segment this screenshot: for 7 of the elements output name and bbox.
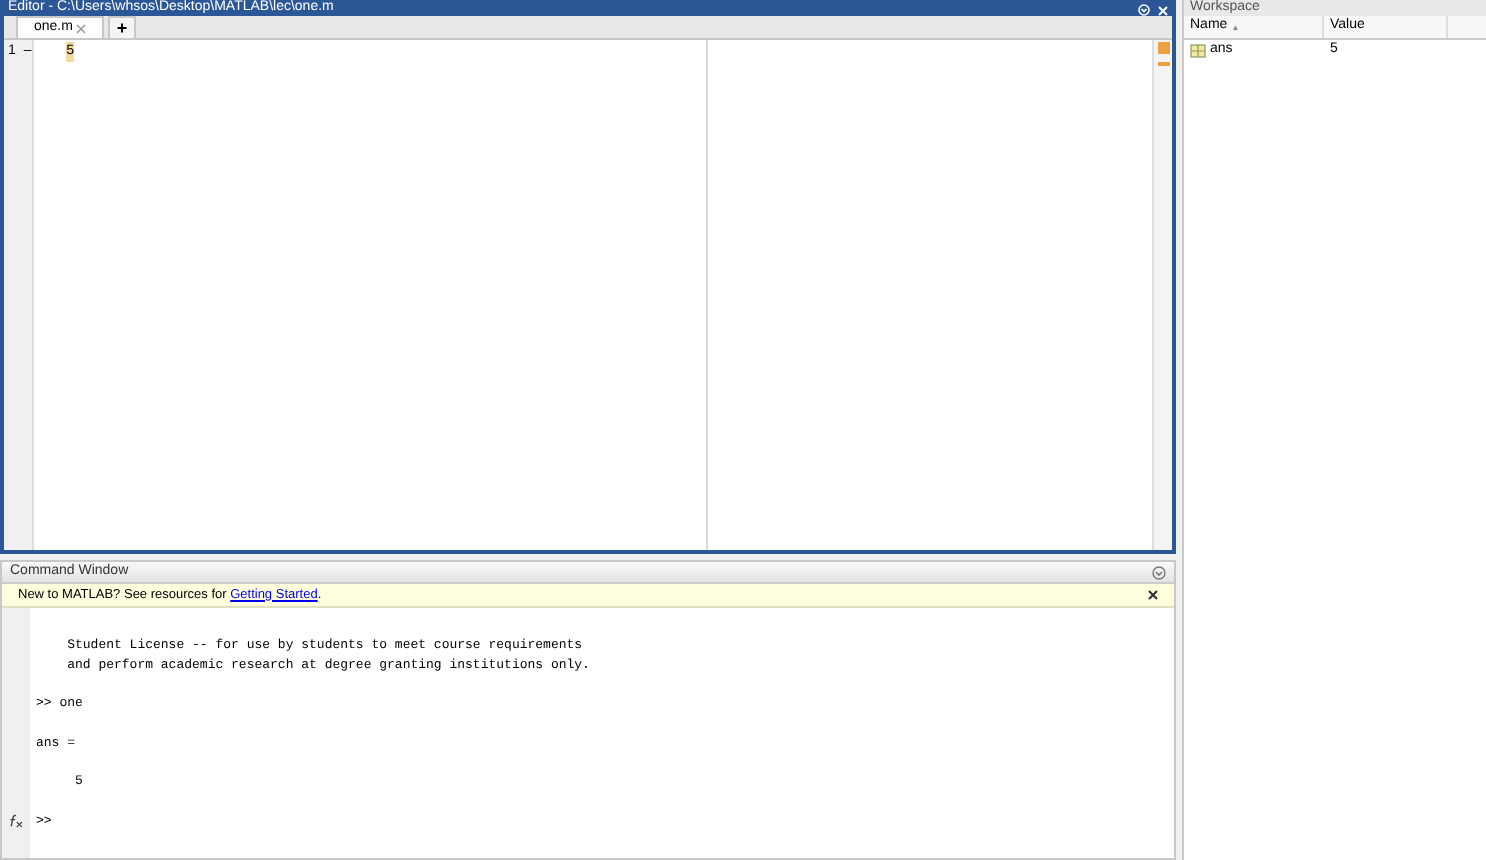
status-indicator [1157,42,1169,54]
close-icon[interactable] [1148,590,1158,600]
dropdown-icon[interactable] [1152,565,1166,579]
new-tab-button[interactable]: + [108,16,136,38]
function-icon[interactable] [8,814,24,828]
warning-mark [1157,62,1169,66]
grid-icon [1190,44,1206,58]
